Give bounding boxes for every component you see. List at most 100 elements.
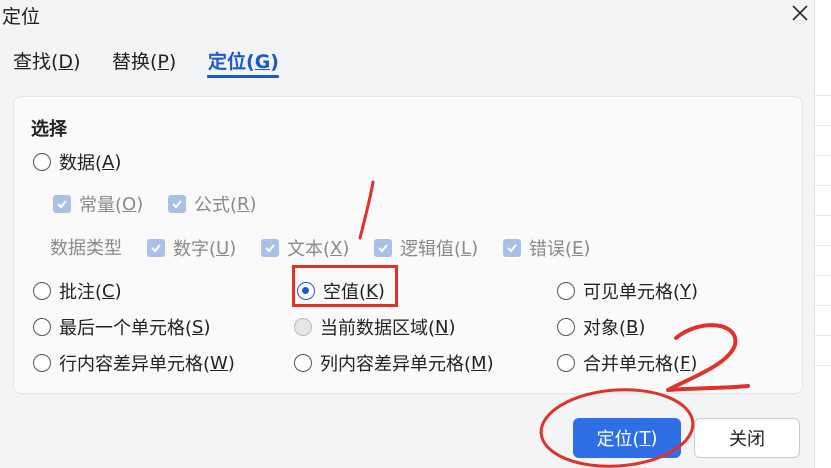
checkbox-text[interactable]: 文本(X) — [261, 235, 349, 261]
radio-circle-disabled — [294, 318, 312, 336]
checkbox-number-suffix: ) — [229, 237, 237, 259]
tab-replace-suffix: ) — [168, 51, 177, 73]
radio-col-diff-label: 列内容差异单元格( — [320, 354, 472, 375]
radio-objects[interactable]: 对象(B) — [557, 314, 645, 340]
tab-locate[interactable]: 定位(G) — [208, 47, 279, 74]
checkbox-logical[interactable]: 逻辑值(L) — [374, 235, 478, 261]
checkbox-constant-label: 常量( — [79, 195, 123, 216]
radio-merged[interactable]: 合并单元格(F) — [557, 350, 697, 376]
close-button[interactable] — [786, 0, 814, 26]
close-icon — [792, 5, 808, 21]
checkbox-logical-label: 逻辑值( — [400, 239, 462, 260]
grid-line — [815, 275, 831, 276]
radio-col-diff-suffix: ) — [486, 352, 494, 374]
checkbox-logical-key: L — [461, 237, 472, 259]
radio-circle — [557, 282, 575, 300]
checkbox-number[interactable]: 数字(U) — [147, 235, 236, 261]
radio-circle — [33, 354, 51, 372]
grid-line — [815, 245, 831, 246]
tab-locate-suffix: ) — [270, 51, 279, 73]
locate-button-label: 定位( — [596, 429, 640, 450]
checkmark-icon — [378, 244, 388, 253]
checkbox-error-suffix: ) — [583, 237, 591, 259]
radio-last-cell-suffix: ) — [203, 316, 211, 338]
radio-objects-key: B — [626, 316, 639, 338]
radio-current-region-suffix: ) — [448, 316, 456, 338]
checkbox-number-label: 数字( — [173, 239, 217, 260]
radio-comment-suffix: ) — [114, 280, 122, 302]
checkbox-error-label: 错误( — [529, 239, 573, 260]
radio-row-diff-suffix: ) — [227, 352, 235, 374]
dialog-title: 定位 — [2, 6, 41, 28]
grid-line — [815, 365, 831, 366]
checkbox-number-key: U — [216, 237, 230, 259]
checkbox-box — [503, 239, 521, 257]
radio-current-region[interactable]: 当前数据区域(N) — [294, 314, 456, 340]
radio-circle — [557, 354, 575, 372]
checkbox-box — [374, 239, 392, 257]
checkbox-constant-suffix: ) — [136, 193, 144, 215]
grid-line — [815, 335, 831, 336]
tab-replace[interactable]: 替换(P) — [112, 47, 176, 74]
grid-line — [815, 305, 831, 306]
checkbox-constant-key: O — [122, 193, 137, 215]
checkbox-formula-key: R — [237, 193, 250, 215]
radio-circle — [557, 318, 575, 336]
checkbox-formula-label: 公式( — [194, 195, 238, 216]
radio-data-suffix: ) — [114, 151, 122, 173]
radio-visible-cells[interactable]: 可见单元格(Y) — [557, 278, 698, 304]
tab-find-label: 查找( — [13, 51, 59, 73]
checkbox-box — [168, 195, 186, 213]
radio-col-diff-key: M — [471, 352, 487, 374]
radio-comment[interactable]: 批注(C) — [33, 278, 122, 304]
background-sheet-edge — [814, 0, 831, 468]
checkmark-icon — [57, 200, 67, 209]
radio-data[interactable]: 数据(A) — [33, 149, 121, 175]
locate-button-key: T — [639, 427, 651, 449]
checkmark-icon — [172, 200, 182, 209]
radio-merged-label: 合并单元格( — [583, 354, 681, 375]
radio-row-diff-key: W — [210, 352, 228, 374]
checkmark-icon — [507, 244, 517, 253]
radio-data-key: A — [102, 151, 115, 173]
checkbox-box — [261, 239, 279, 257]
checkbox-text-suffix: ) — [342, 237, 350, 259]
radio-current-region-key: N — [435, 316, 449, 338]
radio-visible-cells-key: Y — [680, 280, 692, 302]
radio-data-label: 数据( — [59, 153, 103, 174]
tab-find[interactable]: 查找(D) — [13, 47, 80, 74]
checkbox-box — [53, 195, 71, 213]
checkbox-error[interactable]: 错误(E) — [503, 235, 590, 261]
checkbox-formula[interactable]: 公式(R) — [168, 191, 257, 217]
data-type-label: 数据类型 — [50, 238, 122, 259]
grid-line — [815, 125, 831, 126]
radio-last-cell-label: 最后一个单元格( — [59, 318, 193, 339]
grid-line — [815, 95, 831, 96]
checkmark-icon — [151, 244, 161, 253]
radio-row-diff-label: 行内容差异单元格( — [59, 354, 211, 375]
radio-merged-key: F — [680, 352, 691, 374]
checkbox-formula-suffix: ) — [249, 193, 257, 215]
radio-row-diff[interactable]: 行内容差异单元格(W) — [33, 350, 235, 376]
close-dialog-button[interactable]: 关闭 — [694, 418, 800, 458]
annotation-highlight-box — [292, 265, 398, 307]
grid-line — [815, 215, 831, 216]
locate-dialog: 定位 查找(D) 替换(P) 定位(G) 选择 数据(A) 常量(O) 公式(R… — [0, 0, 831, 468]
section-title: 选择 — [31, 119, 67, 140]
tab-locate-key: G — [254, 51, 271, 73]
tab-find-suffix: ) — [73, 51, 81, 73]
active-tab-indicator — [207, 75, 279, 78]
checkbox-constant[interactable]: 常量(O) — [53, 191, 143, 217]
radio-current-region-label: 当前数据区域( — [320, 318, 436, 339]
locate-button[interactable]: 定位(T) — [573, 418, 681, 458]
radio-visible-cells-label: 可见单元格( — [583, 282, 681, 303]
tab-locate-label: 定位( — [208, 51, 255, 73]
radio-circle — [294, 354, 312, 372]
radio-last-cell[interactable]: 最后一个单元格(S) — [33, 314, 211, 340]
checkbox-error-key: E — [572, 237, 584, 259]
tab-find-key: D — [58, 51, 74, 73]
radio-col-diff[interactable]: 列内容差异单元格(M) — [294, 350, 494, 376]
radio-last-cell-key: S — [192, 316, 204, 338]
radio-merged-suffix: ) — [690, 352, 698, 374]
checkbox-text-key: X — [330, 237, 343, 259]
